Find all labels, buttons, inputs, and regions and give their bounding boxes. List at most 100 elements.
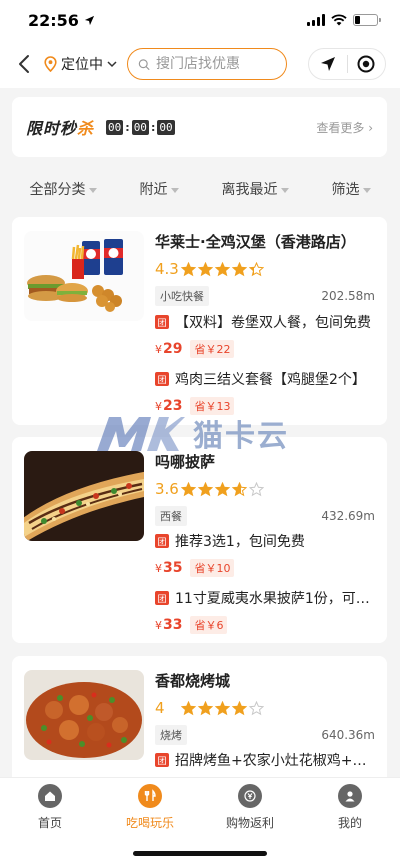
deal-text: 11寸夏威夷水果披萨1份，可乐1杯	[175, 591, 375, 607]
close-program-button[interactable]	[348, 49, 386, 79]
location-selector[interactable]: 定位中	[44, 54, 117, 74]
navigate-button[interactable]	[309, 49, 347, 79]
status-time: 22:56	[28, 11, 95, 30]
tag-row: 烧烤 640.36m	[155, 725, 375, 745]
home-icon	[38, 784, 62, 808]
filter-bar: 全部分类 附近 离我最近 筛选	[0, 170, 400, 208]
category-tag: 西餐	[155, 506, 187, 526]
shop-image	[24, 451, 144, 541]
deal-price-row: ¥29 省￥22	[155, 340, 375, 358]
rating-value: 3.6	[155, 480, 179, 498]
tab-label: 我的	[337, 816, 362, 830]
burger-meal-photo	[24, 231, 144, 321]
shop-info: 华莱士·全鸡汉堡（香港路店） 4.3 小吃快餐 202.58m	[155, 231, 375, 306]
location-label: 定位中	[61, 57, 103, 73]
save-tag: 省￥13	[190, 397, 235, 415]
deal-item[interactable]: 团 鸡肉三结义套餐【鸡腿堡2个】 ¥23 省￥13	[155, 369, 375, 415]
deal-item[interactable]: 团 推荐3选1，包间免费 ¥35 省￥10	[155, 531, 375, 577]
star-full-icon	[232, 700, 247, 715]
group-deal-badge: 团	[155, 753, 169, 767]
deal-price-row: ¥33 省￥6	[155, 616, 375, 634]
nav-bar: 定位中	[0, 40, 400, 88]
deal-text: 推荐3选1，包间免费	[175, 534, 305, 550]
shop-image	[24, 670, 144, 760]
tab-label: 吃喝玩乐	[125, 816, 174, 830]
star-full-icon	[198, 700, 213, 715]
save-tag: 省￥10	[190, 559, 235, 577]
star-full-icon	[215, 700, 230, 715]
shop-info: 吗哪披萨 3.6 西餐 432.69m	[155, 451, 375, 526]
star-full-icon	[215, 261, 230, 276]
filter-all-categories[interactable]: 全部分类	[30, 179, 97, 199]
filter-nearest[interactable]: 离我最近	[222, 179, 289, 199]
deal-price-row: ¥23 省￥13	[155, 397, 375, 415]
shop-name: 吗哪披萨	[155, 453, 216, 471]
back-button[interactable]	[14, 49, 34, 79]
deal-text: 鸡肉三结义套餐【鸡腿堡2个】	[175, 372, 366, 388]
home-indicator	[133, 851, 267, 856]
deal-price: ¥23	[155, 398, 183, 414]
grilled-fish-photo	[24, 670, 144, 760]
deal-title: 团 招牌烤鱼+农家小灶花椒鸡+2份小菜	[155, 750, 375, 770]
star-full-icon	[181, 700, 196, 715]
flash-sale-title-accent: 杀	[77, 119, 95, 138]
chevron-left-icon	[19, 55, 29, 73]
star-rating	[181, 261, 264, 277]
tag-row: 小吃快餐 202.58m	[155, 286, 375, 306]
deal-item[interactable]: 团 11寸夏威夷水果披萨1份，可乐1杯 ¥33 省￥6	[155, 588, 375, 634]
group-deal-badge: 团	[155, 315, 169, 329]
star-full-icon	[232, 261, 247, 276]
battery-icon	[353, 14, 381, 26]
rating-value: 4	[155, 699, 165, 717]
deal-title: 团 推荐3选1，包间免费	[155, 531, 375, 551]
search-icon	[138, 58, 150, 70]
flash-sale-title-main: 限时秒	[26, 119, 78, 138]
shop-name: 华莱士·全鸡汉堡（香港路店）	[155, 233, 356, 251]
countdown-separator: :	[150, 120, 156, 134]
status-icons	[307, 14, 381, 26]
shop-name: 香都烧烤城	[155, 672, 231, 690]
see-more-link[interactable]: 查看更多 ›	[316, 119, 373, 136]
distance: 640.36m	[321, 728, 375, 742]
distance: 432.69m	[321, 509, 375, 523]
rating-value: 4.3	[155, 260, 179, 278]
dining-icon	[138, 784, 162, 808]
star-full-icon	[198, 481, 213, 496]
filter-nearby[interactable]: 附近	[140, 179, 179, 199]
pizza-photo	[24, 451, 144, 541]
filter-label: 离我最近	[221, 182, 278, 198]
star-full-icon	[215, 481, 230, 496]
deal-item[interactable]: 团 【双料】卷堡双人餐，包间免费 ¥29 省￥22	[155, 312, 375, 358]
target-icon	[357, 55, 375, 73]
shop-card[interactable]: 香都烧烤城 4 烧烤 640.36m 团 招牌烤鱼+农家小灶花椒鸡+2份小菜	[12, 656, 387, 786]
star-full-icon	[181, 481, 196, 496]
chevron-down-icon	[107, 60, 117, 67]
shop-card[interactable]: 吗哪披萨 3.6 西餐 432.69m 团 推荐3选1，包间免费 ¥35 省￥1…	[12, 437, 387, 643]
deal-price: ¥33	[155, 617, 183, 633]
deal-text: 【双料】卷堡双人餐，包间免费	[175, 315, 371, 331]
flash-sale-card: 限时秒杀 00 : 00 : 00 查看更多 ›	[12, 97, 387, 157]
star-half-icon	[249, 261, 264, 276]
star-full-icon	[198, 261, 213, 276]
tab-home[interactable]: 首页	[10, 784, 90, 865]
search-input[interactable]	[156, 56, 276, 72]
countdown-separator: :	[125, 120, 130, 134]
deal-price-row: ¥35 省￥10	[155, 559, 375, 577]
category-tag: 小吃快餐	[155, 286, 209, 306]
status-bar: 22:56	[0, 0, 400, 40]
shop-card[interactable]: 华莱士·全鸡汉堡（香港路店） 4.3 小吃快餐 202.58m 团 【双料】卷堡…	[12, 217, 387, 425]
shop-image	[24, 231, 144, 321]
save-tag: 省￥6	[190, 616, 228, 634]
deal-item[interactable]: 团 招牌烤鱼+农家小灶花椒鸡+2份小菜	[155, 750, 375, 770]
category-tag: 烧烤	[155, 725, 187, 745]
flash-sale-title: 限时秒杀	[26, 115, 94, 139]
star-rating	[181, 481, 264, 497]
rating-row: 4	[155, 699, 375, 717]
filter-screen[interactable]: 筛选	[332, 179, 371, 199]
tab-profile[interactable]: 我的	[310, 784, 390, 865]
filter-label: 筛选	[331, 182, 360, 198]
search-box[interactable]	[127, 48, 287, 80]
countdown-hours: 00	[106, 119, 124, 135]
distance: 202.58m	[321, 289, 375, 303]
map-pin-icon	[44, 56, 57, 72]
